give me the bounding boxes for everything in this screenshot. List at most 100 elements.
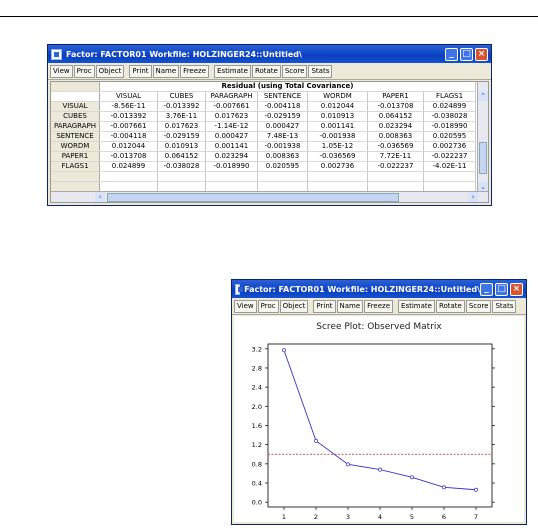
table-cell[interactable]: -0.013708 xyxy=(367,101,424,112)
toolbar-print-button[interactable]: Print xyxy=(313,299,336,313)
column-header[interactable]: PAPER1 xyxy=(367,91,424,102)
toolbar-stats-button[interactable]: Stats xyxy=(308,64,333,78)
table-cell[interactable]: -0.036569 xyxy=(307,151,368,162)
row-header[interactable]: SENTENCE xyxy=(51,131,100,142)
table-cell[interactable]: -0.038028 xyxy=(157,161,206,172)
table-cell[interactable]: 0.002736 xyxy=(423,141,476,152)
table-cell[interactable]: -0.018990 xyxy=(423,121,476,132)
table-row[interactable]: CUBES -0.013392 3.76E-11 0.017623 -0.029159 0… xyxy=(51,111,476,122)
scroll-right-icon[interactable]: › xyxy=(468,192,478,202)
table-cell[interactable]: -0.001938 xyxy=(257,141,308,152)
row-header[interactable]: WORDM xyxy=(51,141,100,152)
table-cell[interactable]: -0.029159 xyxy=(257,111,308,122)
column-header[interactable]: CUBES xyxy=(157,91,206,102)
table-row[interactable]: PARAGRAPH -0.007661 0.017623 -1.14E-12 0.000… xyxy=(51,121,476,132)
toolbar-print-button[interactable]: Print xyxy=(129,64,152,78)
scroll-thumb[interactable] xyxy=(479,142,487,174)
column-header[interactable]: SENTENCE xyxy=(257,91,308,102)
table-cell[interactable]: 0.064152 xyxy=(367,111,424,122)
toolbar-score-button[interactable]: Score xyxy=(281,64,308,78)
table-cell[interactable]: 0.012044 xyxy=(99,141,158,152)
table-cell[interactable]: 0.023294 xyxy=(367,121,424,132)
toolbar-proc-button[interactable]: Proc xyxy=(257,299,279,313)
table-row[interactable]: WORDM 0.012044 0.010913 0.001141 -0.001938 1.… xyxy=(51,141,476,152)
table-row[interactable]: VISUAL -8.56E-11 -0.013392 -0.007661 -0.0041… xyxy=(51,101,476,112)
close-button[interactable]: × xyxy=(475,47,488,61)
toolbar-freeze-button[interactable]: Freeze xyxy=(364,299,394,313)
table-cell[interactable]: -0.004118 xyxy=(257,101,308,112)
toolbar-stats-button[interactable]: Stats xyxy=(492,299,517,313)
table-cell[interactable]: -0.038028 xyxy=(423,111,476,122)
table-cell[interactable]: -0.018990 xyxy=(205,161,258,172)
table-cell[interactable]: -1.14E-12 xyxy=(205,121,258,132)
table-cell[interactable]: 0.008363 xyxy=(367,131,424,142)
toolbar-name-button[interactable]: Name xyxy=(336,299,364,313)
table-cell[interactable]: 0.001141 xyxy=(205,141,258,152)
toolbar-object-button[interactable]: Object xyxy=(279,299,309,313)
toolbar-view-button[interactable]: View xyxy=(234,299,257,313)
table-cell[interactable]: 0.023294 xyxy=(205,151,258,162)
column-header[interactable]: VISUAL xyxy=(99,91,158,102)
toolbar-score-button[interactable]: Score xyxy=(465,299,492,313)
table-cell[interactable]: 7.72E-11 xyxy=(367,151,424,162)
residual-window[interactable]: Factor: FACTOR01 Workfile: HOLZINGER24::… xyxy=(47,44,492,206)
table-cell[interactable]: -0.013392 xyxy=(99,111,158,122)
table-cell[interactable]: -0.022237 xyxy=(423,151,476,162)
table-cell[interactable]: 0.000427 xyxy=(257,121,308,132)
table-cell[interactable]: 0.001141 xyxy=(307,121,368,132)
close-button[interactable]: × xyxy=(510,282,523,296)
table-cell[interactable]: -0.013708 xyxy=(99,151,158,162)
column-header[interactable]: FLAGS1 xyxy=(423,91,476,102)
table-row[interactable]: SENTENCE -0.004118 -0.029159 0.000427 7.48E-… xyxy=(51,131,476,142)
scroll-up-icon[interactable]: ⌃ xyxy=(478,91,488,101)
vertical-scrollbar[interactable]: ⌃ ⌄ xyxy=(477,82,488,192)
minimize-button[interactable]: _ xyxy=(480,282,493,296)
table-row[interactable]: PAPER1 -0.013708 0.064152 0.023294 0.008363-… xyxy=(51,151,476,162)
table-cell[interactable]: 0.020595 xyxy=(423,131,476,142)
table-cell[interactable]: 0.017623 xyxy=(205,111,258,122)
residual-titlebar[interactable]: Factor: FACTOR01 Workfile: HOLZINGER24::… xyxy=(48,45,491,63)
table-cell[interactable]: -0.004118 xyxy=(99,131,158,142)
table-cell[interactable]: 0.020595 xyxy=(257,161,308,172)
toolbar-name-button[interactable]: Name xyxy=(152,64,180,78)
table-cell[interactable]: -0.001938 xyxy=(307,131,368,142)
table-cell[interactable]: 0.024899 xyxy=(423,101,476,112)
table-cell[interactable]: 0.012044 xyxy=(307,101,368,112)
table-cell[interactable]: -0.022237 xyxy=(367,161,424,172)
table-cell[interactable]: -8.56E-11 xyxy=(99,101,158,112)
table-cell[interactable]: 1.05E-12 xyxy=(307,141,368,152)
hscroll-thumb[interactable] xyxy=(107,193,399,202)
row-header[interactable]: VISUAL xyxy=(51,101,100,112)
table-cell[interactable]: -0.029159 xyxy=(157,131,206,142)
row-header[interactable]: PAPER1 xyxy=(51,151,100,162)
toolbar-freeze-button[interactable]: Freeze xyxy=(180,64,210,78)
scroll-left-icon[interactable]: ‹ xyxy=(95,192,105,202)
row-header[interactable]: CUBES xyxy=(51,111,100,122)
toolbar-object-button[interactable]: Object xyxy=(95,64,125,78)
row-header[interactable]: PARAGRAPH xyxy=(51,121,100,132)
minimize-button[interactable]: _ xyxy=(445,47,458,61)
table-cell[interactable]: 0.017623 xyxy=(157,121,206,132)
table-cell[interactable]: 3.76E-11 xyxy=(157,111,206,122)
scree-titlebar[interactable]: Factor: FACTOR01 Workfile: HOLZINGER24::… xyxy=(232,280,526,298)
table-cell[interactable]: 0.008363 xyxy=(257,151,308,162)
toolbar-proc-button[interactable]: Proc xyxy=(73,64,95,78)
horizontal-scrollbar[interactable]: ‹ › xyxy=(51,191,488,202)
maximize-button[interactable]: □ xyxy=(460,47,473,61)
toolbar-rotate-button[interactable]: Rotate xyxy=(251,64,281,78)
residual-grid[interactable]: Residual (using Total Covariance) VISUAL C… xyxy=(50,81,489,203)
table-cell[interactable]: 0.002736 xyxy=(307,161,368,172)
table-cell[interactable]: -0.007661 xyxy=(205,101,258,112)
toolbar-rotate-button[interactable]: Rotate xyxy=(435,299,465,313)
table-cell[interactable]: 0.064152 xyxy=(157,151,206,162)
table-cell[interactable]: 0.024899 xyxy=(99,161,158,172)
table-cell[interactable]: 0.010913 xyxy=(307,111,368,122)
toolbar-estimate-button[interactable]: Estimate xyxy=(214,64,251,78)
table-cell[interactable]: 0.000427 xyxy=(205,131,258,142)
toolbar-estimate-button[interactable]: Estimate xyxy=(398,299,435,313)
row-header[interactable]: FLAGS1 xyxy=(51,161,100,172)
table-cell[interactable]: 7.48E-13 xyxy=(257,131,308,142)
table-cell[interactable]: -0.007661 xyxy=(99,121,158,132)
table-cell[interactable]: -0.036569 xyxy=(367,141,424,152)
column-header[interactable]: PARAGRAPH xyxy=(205,91,258,102)
